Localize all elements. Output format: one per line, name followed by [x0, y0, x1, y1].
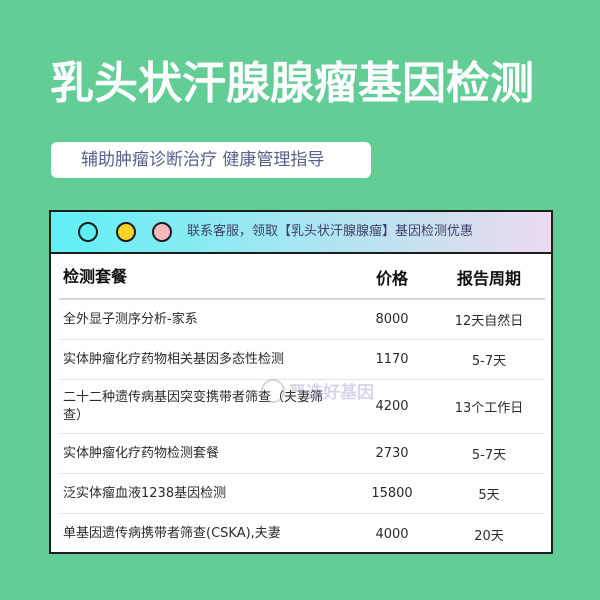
package-name: 二十二种遗传病基因突变携带者筛查（夫妻筛查） [63, 389, 324, 423]
window-dot-yellow-icon [116, 222, 136, 242]
report-period: 12天自然日 [454, 314, 524, 329]
package-name: 实体肿瘤化疗药物检测套餐 [63, 445, 220, 461]
package-name: 全外显子测序分析-家系 [63, 311, 198, 327]
package-name: 单基因遗传病携带者筛查(CSKA),夫妻 [63, 526, 281, 541]
table-row[interactable]: 实体肿瘤化疗药物相关基因多态性检测 1170 5-7天 [59, 340, 545, 380]
package-price: 1170 [375, 352, 409, 367]
column-header-price: 价格 [375, 269, 408, 288]
report-period: 5-7天 [471, 448, 507, 463]
customer-service-link[interactable]: 联系客服，领取【乳头状汗腺腺瘤】基因检测优惠 [187, 212, 473, 252]
table-row[interactable]: 泛实体瘤血液1238基因检测 15800 5天 [59, 474, 545, 514]
subtitle-badge: 辅助肿瘤诊断治疗 健康管理指导 [51, 142, 371, 178]
page-title: 乳头状汗腺腺瘤基因检测 [50, 58, 534, 109]
report-period: 13个工作日 [454, 401, 524, 416]
report-period: 20天 [474, 528, 504, 544]
window-title-bar: 联系客服，领取【乳头状汗腺腺瘤】基因检测优惠 [51, 212, 551, 254]
window-dot-cyan-icon [78, 222, 98, 242]
window-dot-pink-icon [152, 222, 172, 242]
page: 乳头状汗腺腺瘤基因检测 辅助肿瘤诊断治疗 健康管理指导 联系客服，领取【乳头状汗… [0, 0, 600, 600]
column-header-period: 报告周期 [456, 269, 521, 288]
price-table: 检测套餐 价格 报告周期 全外显子测序分析-家系 8000 12天自然日 实体肿… [59, 256, 545, 554]
table-row[interactable]: 二十二种遗传病基因突变携带者筛查（夫妻筛查） 4200 13个工作日 [59, 380, 545, 434]
report-period: 5-7天 [471, 354, 507, 369]
report-period: 5天 [478, 488, 500, 503]
table-header-row: 检测套餐 价格 报告周期 [59, 256, 545, 300]
package-price: 8000 [375, 312, 409, 327]
column-header-package: 检测套餐 [63, 267, 128, 286]
table-row[interactable]: 单基因遗传病携带者筛查(CSKA),夫妻 4000 20天 [59, 514, 545, 554]
table-row[interactable]: 实体肿瘤化疗药物检测套餐 2730 5-7天 [59, 434, 545, 474]
package-price: 4200 [375, 399, 409, 414]
package-price: 4000 [375, 526, 409, 542]
package-price: 2730 [375, 446, 409, 461]
package-name: 实体肿瘤化疗药物相关基因多态性检测 [63, 351, 285, 367]
table-row[interactable]: 全外显子测序分析-家系 8000 12天自然日 [59, 300, 545, 340]
price-table-window: 联系客服，领取【乳头状汗腺腺瘤】基因检测优惠 检测套餐 价格 报告周期 全外显子… [49, 210, 553, 554]
package-name: 泛实体瘤血液1238基因检测 [63, 485, 227, 501]
package-price: 15800 [371, 486, 413, 501]
